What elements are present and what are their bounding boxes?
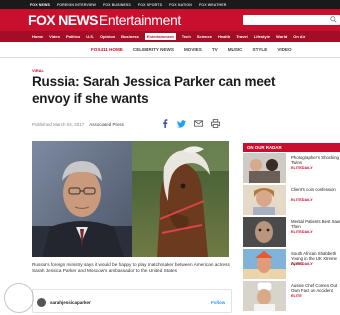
- publish-date: Published March 04, 2017: [32, 122, 85, 127]
- radar-title[interactable]: Client's coin confession: [291, 187, 340, 192]
- network-link[interactable]: FOX BUSINESS: [103, 3, 131, 7]
- follow-button[interactable]: Follow: [211, 300, 225, 305]
- watermark-seal: [4, 283, 34, 313]
- radar-source: ELITE: [291, 294, 302, 298]
- email-icon[interactable]: [194, 119, 203, 128]
- radar-title[interactable]: Mental Patients Best Saw Then: [291, 219, 340, 229]
- nav-item-tech[interactable]: Tech: [182, 34, 191, 39]
- radar-item[interactable]: Aussie Chef Comes Out Own Fact on Accide…: [243, 281, 340, 312]
- site-logo[interactable]: FOX NEWS Entertainment: [28, 12, 181, 28]
- radar-source: ELITEDAILY: [291, 166, 313, 170]
- radar-source: ELITEDAILY: [291, 230, 313, 234]
- radar-item[interactable]: South African Shabbeth Young in the UK X…: [243, 249, 340, 280]
- search-input[interactable]: [243, 15, 340, 25]
- radar-thumbnail[interactable]: [243, 185, 286, 215]
- nav-item-lifestyle[interactable]: Lifestyle: [254, 34, 270, 39]
- network-link[interactable]: FOX NATION: [169, 3, 192, 7]
- article-meta: Published March 04, 2017 Associated Pres…: [32, 122, 124, 127]
- radar-thumbnail[interactable]: [243, 281, 286, 311]
- twitter-icon[interactable]: [177, 119, 186, 128]
- embed-username[interactable]: sarahjessicaparker: [50, 300, 91, 305]
- radar-title[interactable]: Photographer's Shocking Twins: [291, 155, 340, 165]
- radar-item[interactable]: Photographer's Shocking Twins ELITEDAILY: [243, 153, 340, 184]
- nav-item-science[interactable]: Science: [197, 34, 212, 39]
- logo-brand: FOX NEWS: [28, 12, 98, 28]
- subnav-item-video[interactable]: VIDEO: [277, 47, 291, 52]
- radar-source: ELITEDAILY: [291, 262, 313, 266]
- radar-source: ELITEDAILY: [291, 198, 313, 202]
- subnav-item-fox411[interactable]: FOX411 HOME: [91, 47, 123, 52]
- sidebar-title: ON OUR RADAR: [247, 145, 282, 150]
- avatar[interactable]: [37, 298, 46, 307]
- instagram-embed[interactable]: sarahjessicaparker Follow: [32, 289, 232, 313]
- nav-item-travel[interactable]: Travel: [236, 34, 248, 39]
- radar-title[interactable]: Aussie Chef Comes Out Own Fact on Accide…: [291, 283, 340, 293]
- nav-item-us[interactable]: U.S.: [86, 34, 94, 39]
- share-bar: [160, 119, 220, 128]
- subnav-item-tv[interactable]: TV: [212, 47, 218, 52]
- main-nav: Home Video Politics U.S. Opinion Busines…: [0, 31, 340, 42]
- site-header: FOX NEWS Entertainment: [0, 9, 340, 31]
- subnav-item-style[interactable]: STYLE: [253, 47, 268, 52]
- nav-item-health[interactable]: Health: [218, 34, 230, 39]
- search-icon[interactable]: [330, 16, 337, 23]
- nav-item-business[interactable]: Business: [121, 34, 139, 39]
- network-link[interactable]: FOX NEWS: [30, 3, 50, 7]
- print-icon[interactable]: [211, 119, 220, 128]
- nav-item-home[interactable]: Home: [32, 34, 43, 39]
- radar-thumbnail[interactable]: [243, 153, 286, 183]
- radar-item[interactable]: Mental Patients Best Saw Then ELITEDAILY: [243, 217, 340, 248]
- nav-item-opinion[interactable]: Opinion: [100, 34, 115, 39]
- section-nav: FOX411 HOME CELEBRITY NEWS MOVIES TV MUS…: [0, 42, 340, 58]
- article-headline: Russia: Sarah Jessica Parker can meet en…: [32, 74, 276, 106]
- nav-item-entertainment[interactable]: Entertainment: [144, 33, 176, 40]
- radar-thumbnail[interactable]: [243, 249, 286, 279]
- article-source: Associated Press: [89, 122, 125, 127]
- article-caption: Russia's foreign ministry says it would …: [32, 262, 230, 274]
- subnav-item-movies[interactable]: MOVIES: [184, 47, 202, 52]
- logo-section: Entertainment: [98, 12, 181, 28]
- radar-item[interactable]: Client's coin confession ELITEDAILY: [243, 185, 340, 216]
- article-image[interactable]: [32, 141, 229, 257]
- nav-item-on-air[interactable]: On Air: [293, 34, 305, 39]
- network-strip: FOX NEWS FOREIGN INTERVIEW FOX BUSINESS …: [0, 0, 340, 9]
- network-link[interactable]: FOREIGN INTERVIEW: [57, 3, 96, 7]
- article-kicker[interactable]: VIRAL: [32, 68, 44, 73]
- network-link[interactable]: FOX WEATHER: [199, 3, 226, 7]
- subnav-item-music[interactable]: MUSIC: [228, 47, 243, 52]
- radar-thumbnail[interactable]: [243, 217, 286, 247]
- facebook-icon[interactable]: [160, 119, 169, 128]
- nav-item-video[interactable]: Video: [49, 34, 60, 39]
- nav-item-world[interactable]: World: [276, 34, 287, 39]
- subnav-item-celebrity-news[interactable]: CELEBRITY NEWS: [133, 47, 174, 52]
- sidebar-header: ON OUR RADAR: [243, 143, 340, 152]
- network-link[interactable]: FOX SPORTS: [138, 3, 162, 7]
- nav-item-politics[interactable]: Politics: [66, 34, 80, 39]
